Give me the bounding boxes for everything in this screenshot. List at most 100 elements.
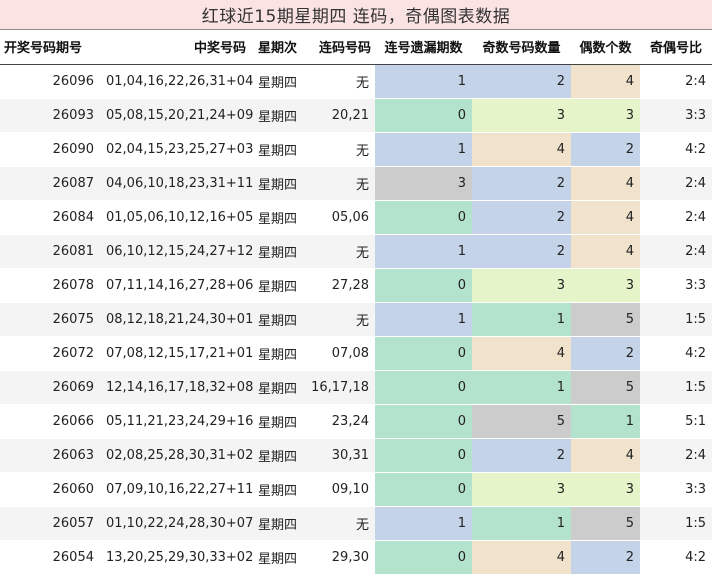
col-header-issue: 开奖号码期号 <box>0 30 100 65</box>
cell-even-count: 2 <box>571 336 640 371</box>
col-header-ratio: 奇偶号比 <box>640 30 712 65</box>
col-header-consecutive: 连码号码 <box>305 30 375 65</box>
cell-consecutive-miss: 0 <box>375 98 472 133</box>
cell-even-count: 4 <box>571 64 640 99</box>
cell-weekday: 星期四 <box>250 472 305 507</box>
table-header: 开奖号码期号 中奖号码 星期次 连码号码 连号遗漏期数 奇数号码数量 偶数个数 … <box>0 30 712 65</box>
cell-issue: 26090 <box>0 132 100 167</box>
cell-consecutive: 无 <box>305 234 375 269</box>
table-row: 26054 13,20,25,29,30,33+02 星期四 29,30 0 4 2 4:2 <box>0 540 712 575</box>
col-header-numbers: 中奖号码 <box>100 30 250 65</box>
cell-consecutive-miss: 0 <box>375 336 472 371</box>
cell-issue: 26084 <box>0 200 100 235</box>
cell-consecutive-miss: 1 <box>375 64 472 99</box>
cell-winning-numbers: 02,04,15,23,25,27+03 <box>100 132 253 167</box>
table-row: 26075 08,12,18,21,24,30+01 星期四无 1 1 5 1:5 <box>0 302 712 337</box>
cell-consecutive: 29,30 <box>305 540 375 575</box>
cell-weekday: 星期四 <box>250 166 305 201</box>
cell-odd-count: 2 <box>472 234 571 269</box>
cell-consecutive-miss: 1 <box>375 132 472 167</box>
cell-consecutive-miss: 3 <box>375 166 472 201</box>
cell-winning-numbers: 12,14,16,17,18,32+08 <box>100 370 253 405</box>
cell-even-count: 1 <box>571 404 640 439</box>
table-row: 26069 12,14,16,17,18,32+08 星期四 16,17,18 0 1 5 1… <box>0 370 712 405</box>
cell-weekday: 星期四 <box>250 438 305 473</box>
cell-issue: 26096 <box>0 64 100 99</box>
cell-consecutive: 23,24 <box>305 404 375 439</box>
cell-odd-even-ratio: 4:2 <box>640 540 712 575</box>
cell-consecutive: 27,28 <box>305 268 375 303</box>
cell-issue: 26072 <box>0 336 100 371</box>
cell-issue: 26066 <box>0 404 100 439</box>
title-bar: 红球近15期星期四 连码，奇偶图表数据 <box>0 0 712 30</box>
cell-odd-even-ratio: 1:5 <box>640 370 712 405</box>
table-row: 26084 01,05,06,10,12,16+05 星期四 05,06 0 2 4 2:4 <box>0 200 712 235</box>
cell-odd-count: 4 <box>472 336 571 371</box>
cell-consecutive: 30,31 <box>305 438 375 473</box>
cell-odd-count: 3 <box>472 472 571 507</box>
table-row: 26066 05,11,21,23,24,29+16 星期四 23,24 0 5 1 5:1 <box>0 404 712 439</box>
cell-odd-even-ratio: 4:2 <box>640 132 712 167</box>
cell-odd-even-ratio: 1:5 <box>640 302 712 337</box>
lottery-table: 开奖号码期号 中奖号码 星期次 连码号码 连号遗漏期数 奇数号码数量 偶数个数 … <box>0 30 712 575</box>
cell-even-count: 5 <box>571 506 640 541</box>
cell-weekday: 星期四 <box>250 234 305 269</box>
cell-consecutive-miss: 0 <box>375 370 472 405</box>
cell-consecutive: 无 <box>305 302 375 337</box>
cell-odd-count: 4 <box>472 540 571 575</box>
cell-odd-even-ratio: 2:4 <box>640 166 712 201</box>
cell-odd-count: 2 <box>472 64 571 99</box>
table-row: 26060 07,09,10,16,22,27+11 星期四 09,10 0 3 3 3:3 <box>0 472 712 507</box>
cell-weekday: 星期四 <box>250 336 305 371</box>
cell-odd-count: 2 <box>472 438 571 473</box>
cell-winning-numbers: 02,08,25,28,30,31+02 <box>100 438 253 473</box>
cell-odd-even-ratio: 2:4 <box>640 234 712 269</box>
cell-odd-even-ratio: 4:2 <box>640 336 712 371</box>
cell-issue: 26063 <box>0 438 100 473</box>
cell-weekday: 星期四 <box>250 540 305 575</box>
cell-consecutive-miss: 0 <box>375 540 472 575</box>
cell-even-count: 3 <box>571 98 640 133</box>
cell-odd-count: 2 <box>472 200 571 235</box>
table-row: 26057 01,10,22,24,28,30+07 星期四无 1 1 5 1:5 <box>0 506 712 541</box>
cell-weekday: 星期四 <box>250 132 305 167</box>
cell-even-count: 3 <box>571 268 640 303</box>
table-row: 26072 07,08,12,15,17,21+01 星期四 07,08 0 4 2 4:2 <box>0 336 712 371</box>
cell-odd-even-ratio: 2:4 <box>640 64 712 99</box>
col-header-weekday: 星期次 <box>250 30 305 65</box>
cell-consecutive-miss: 0 <box>375 404 472 439</box>
cell-even-count: 2 <box>571 540 640 575</box>
table-body: 26096 01,04,16,22,26,31+04 星期四无 1 2 4 2:4 26093… <box>0 64 712 575</box>
cell-odd-count: 5 <box>472 404 571 439</box>
cell-issue: 26057 <box>0 506 100 541</box>
cell-consecutive-miss: 1 <box>375 506 472 541</box>
cell-winning-numbers: 07,08,12,15,17,21+01 <box>100 336 253 371</box>
cell-weekday: 星期四 <box>250 302 305 337</box>
cell-issue: 26060 <box>0 472 100 507</box>
cell-winning-numbers: 07,09,10,16,22,27+11 <box>100 472 253 507</box>
cell-winning-numbers: 04,06,10,18,23,31+11 <box>100 166 253 201</box>
cell-consecutive-miss: 0 <box>375 200 472 235</box>
cell-odd-even-ratio: 2:4 <box>640 200 712 235</box>
cell-consecutive: 无 <box>305 64 375 99</box>
cell-odd-even-ratio: 3:3 <box>640 472 712 507</box>
cell-even-count: 4 <box>571 200 640 235</box>
cell-consecutive: 无 <box>305 506 375 541</box>
cell-consecutive-miss: 1 <box>375 302 472 337</box>
cell-weekday: 星期四 <box>250 98 305 133</box>
cell-winning-numbers: 01,10,22,24,28,30+07 <box>100 506 253 541</box>
cell-even-count: 4 <box>571 234 640 269</box>
cell-odd-count: 4 <box>472 132 571 167</box>
cell-odd-even-ratio: 2:4 <box>640 438 712 473</box>
cell-odd-count: 3 <box>472 268 571 303</box>
cell-winning-numbers: 08,12,18,21,24,30+01 <box>100 302 253 337</box>
cell-odd-even-ratio: 1:5 <box>640 506 712 541</box>
table-row: 26078 07,11,14,16,27,28+06 星期四 27,28 0 3 3 3:3 <box>0 268 712 303</box>
cell-consecutive: 16,17,18 <box>305 370 375 405</box>
cell-odd-even-ratio: 3:3 <box>640 98 712 133</box>
cell-consecutive: 无 <box>305 132 375 167</box>
cell-weekday: 星期四 <box>250 506 305 541</box>
cell-odd-count: 1 <box>472 302 571 337</box>
cell-odd-even-ratio: 3:3 <box>640 268 712 303</box>
cell-winning-numbers: 05,08,15,20,21,24+09 <box>100 98 253 133</box>
